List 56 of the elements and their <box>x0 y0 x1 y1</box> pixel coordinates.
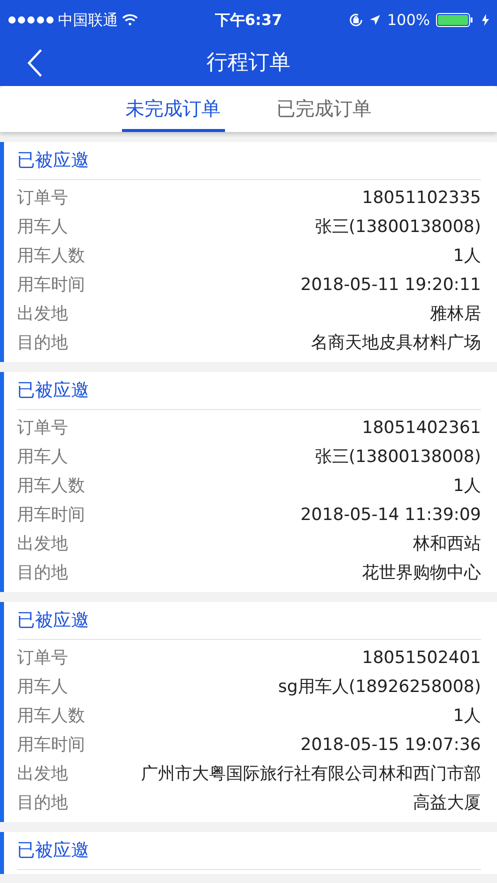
field-label: 用车人数 <box>17 474 85 498</box>
field-value: 张三(13800138008) <box>314 216 481 239</box>
field-label: 用车时间 <box>17 274 85 297</box>
tab[interactable]: 未完成订单 <box>122 86 224 132</box>
field-label: 出发地 <box>17 302 68 326</box>
location-arrow-icon <box>369 14 382 26</box>
carrier-name: 中国联通 <box>58 10 118 31</box>
field-value: 2018-05-14 11:39:09 <box>300 504 481 527</box>
order-status: 已被应邀 <box>17 609 89 633</box>
field-label: 订单号 <box>17 186 68 210</box>
field-value: 广州市大粤国际旅行社有限公司林和西门市部 <box>141 762 481 786</box>
field-value: 张三(13800138008) <box>314 446 481 469</box>
status-time: 下午6:37 <box>214 10 282 31</box>
field-label: 订单号 <box>17 646 68 670</box>
order-card[interactable]: 已被应邀 订单号 18051402361 用车人 张三(13800138008) 用车人数 1人 用车时间 2018-05-14 11:39:09 出发地 林和西站 目的地 花世界购物中心 <box>0 372 497 592</box>
field-label: 订单号 <box>17 416 68 440</box>
signal-icon <box>8 16 54 24</box>
field-label: 用车人 <box>17 216 68 239</box>
field-value: 高益大厦 <box>413 792 481 815</box>
field-value: 1人 <box>453 244 481 268</box>
field-label: 用车人 <box>17 446 68 469</box>
field-value: 18051402361 <box>362 416 481 440</box>
field-value: 林和西站 <box>413 532 481 556</box>
field-value: 名商天地皮具材料广场 <box>311 332 481 355</box>
field-value: 1人 <box>453 704 481 728</box>
field-label: 用车人数 <box>17 244 85 268</box>
tab[interactable]: 已完成订单 <box>272 86 376 132</box>
order-status: 已被应邀 <box>17 379 89 403</box>
field-value: 18051502401 <box>362 646 481 670</box>
charging-icon <box>482 14 489 26</box>
field-value: 18051102335 <box>362 186 481 210</box>
field-value: 花世界购物中心 <box>362 562 481 585</box>
back-icon <box>27 49 43 77</box>
field-label: 用车人 <box>17 676 68 699</box>
field-value: sg用车人(18926258008) <box>278 676 481 699</box>
wifi-icon <box>122 14 138 26</box>
field-value: 1人 <box>453 474 481 498</box>
field-label: 出发地 <box>17 762 68 786</box>
order-status: 已被应邀 <box>17 149 89 173</box>
field-label: 目的地 <box>17 562 68 585</box>
page-title: 行程订单 <box>206 49 290 76</box>
order-card[interactable]: 已被应邀 订单号 18051502401 用车人 sg用车人(18926258008) 用车人数 1人 用车时间 2018-05-15 19:07:36 出发地 广州市大粤国际旅行社有限公司林和西门市部 目的地 高益大厦 <box>0 602 497 822</box>
rotation-lock-icon <box>349 13 364 27</box>
order-card[interactable]: 已被应邀 订单号 18051102335 用车人 张三(13800138008) 用车人数 1人 用车时间 2018-05-11 19:20:11 出发地 雅林居 目的地 名商天地皮具材料广场 <box>0 142 497 362</box>
order-status: 已被应邀 <box>17 839 89 863</box>
field-value: 雅林居 <box>430 302 481 326</box>
field-label: 用车人数 <box>17 704 85 728</box>
field-label: 出发地 <box>17 532 68 556</box>
field-label: 用车时间 <box>17 504 85 527</box>
field-value: 2018-05-15 19:07:36 <box>300 734 481 757</box>
field-label: 用车时间 <box>17 734 85 757</box>
battery-percent: 100% <box>387 10 430 31</box>
field-label: 目的地 <box>17 792 68 815</box>
field-value: 2018-05-11 19:20:11 <box>300 274 481 297</box>
field-label: 目的地 <box>17 332 68 355</box>
order-card[interactable]: 已被应邀 <box>0 832 497 874</box>
